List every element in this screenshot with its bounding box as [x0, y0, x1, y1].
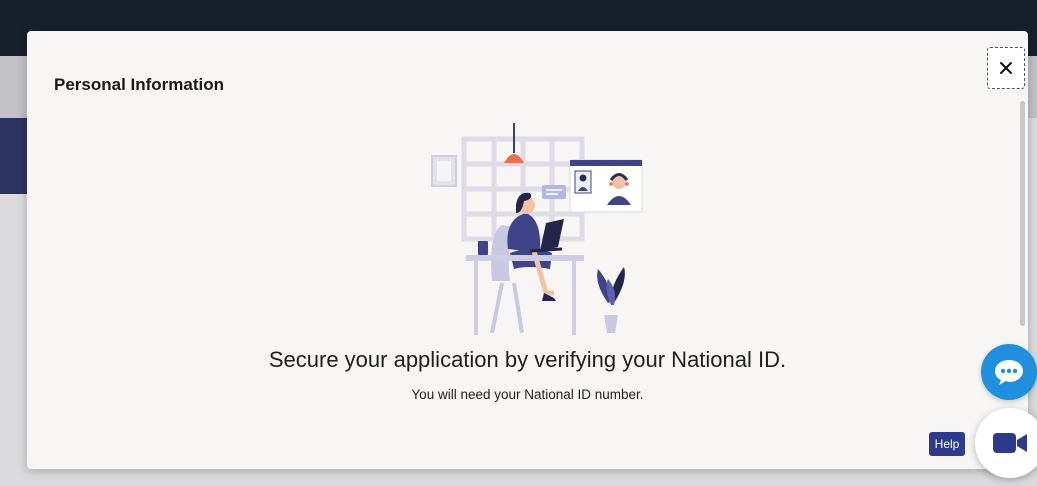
chat-button[interactable]: [981, 344, 1037, 400]
scrollbar[interactable]: [1020, 101, 1025, 326]
chat-bubble-icon: [995, 360, 1023, 385]
verification-subline: You will need your National ID number.: [411, 387, 644, 402]
video-call-button[interactable]: [975, 408, 1037, 478]
close-icon: [1000, 62, 1012, 74]
personal-information-modal: Personal Information Secure your applica…: [27, 31, 1028, 469]
close-button[interactable]: [987, 47, 1025, 89]
video-call-illustration: [431, 123, 643, 335]
modal-title: Personal Information: [54, 75, 225, 94]
video-camera-icon: [993, 433, 1027, 453]
verification-headline: Secure your application by verifying you…: [268, 347, 787, 372]
help-label[interactable]: Help: [929, 432, 965, 456]
